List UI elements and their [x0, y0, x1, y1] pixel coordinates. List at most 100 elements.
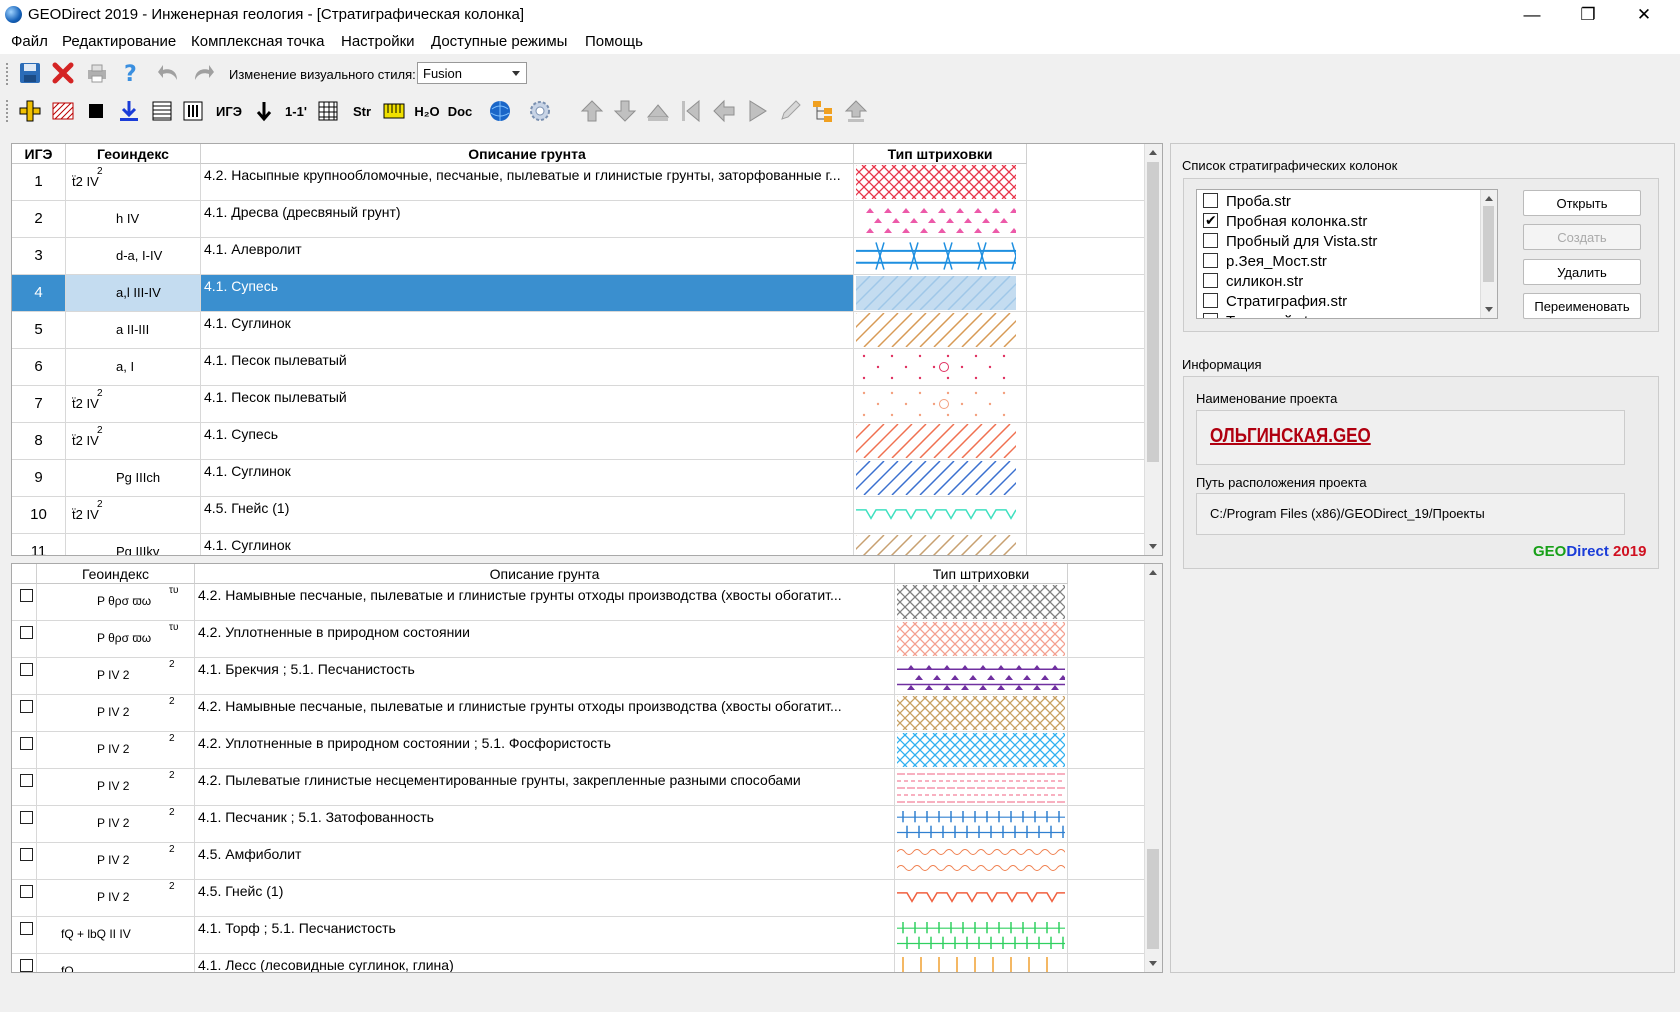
table-row[interactable]: P θρσ ϖω τυ 4.2. Уплотненные в природном с…: [12, 621, 1147, 658]
menu-settings[interactable]: Настройки: [341, 33, 415, 50]
menu-file[interactable]: Файл: [11, 33, 48, 50]
file-checkbox[interactable]: [1203, 193, 1218, 208]
hatch-cell[interactable]: [895, 584, 1068, 620]
add-layer-icon[interactable]: [17, 98, 43, 124]
pencil-icon[interactable]: [777, 98, 803, 124]
scroll-thumb[interactable]: [1147, 849, 1159, 949]
file-list-scrollbar[interactable]: [1480, 190, 1497, 318]
maximize-button[interactable]: ❐: [1560, 0, 1616, 30]
scroll-down-icon[interactable]: [1149, 544, 1157, 549]
save-icon[interactable]: [17, 60, 43, 86]
bottom-table-scrollbar[interactable]: [1144, 564, 1162, 972]
top-table-scrollbar[interactable]: [1144, 144, 1162, 555]
hatch-cell[interactable]: [854, 312, 1027, 348]
table-row[interactable]: fQ 4.1. Лесс (лесовидные суглинок, глина): [12, 954, 1147, 972]
upload-icon[interactable]: [843, 98, 869, 124]
row-checkbox[interactable]: [20, 626, 33, 639]
hatch-cell[interactable]: [854, 238, 1027, 274]
visual-style-select[interactable]: Fusion: [417, 62, 527, 84]
row-checkbox[interactable]: [20, 737, 33, 750]
scroll-up-icon[interactable]: [1149, 570, 1157, 575]
grid-icon[interactable]: [315, 98, 341, 124]
minimize-button[interactable]: —: [1504, 0, 1560, 30]
row-checkbox-cell[interactable]: [12, 658, 37, 694]
str-button[interactable]: Str: [347, 98, 377, 124]
hatch-cell[interactable]: [854, 423, 1027, 459]
back-icon[interactable]: [711, 98, 737, 124]
help-icon[interactable]: ?: [117, 60, 143, 86]
move-top-icon[interactable]: [645, 98, 671, 124]
menu-help[interactable]: Помощь: [585, 33, 643, 50]
table-row[interactable]: 8 ẗ2 IV 2 4.1. Супесь: [12, 423, 1147, 460]
hatch-cell[interactable]: [854, 386, 1027, 422]
undo-icon[interactable]: [156, 60, 182, 86]
row-checkbox[interactable]: [20, 848, 33, 861]
col-header-description[interactable]: Описание грунта: [195, 564, 895, 584]
section-button[interactable]: 1-1': [280, 98, 312, 124]
black-square-icon[interactable]: [83, 98, 109, 124]
download-arrow-icon[interactable]: [116, 98, 142, 124]
down-arrow-icon[interactable]: [251, 98, 277, 124]
col-header-hatch[interactable]: Тип штриховки: [854, 144, 1027, 164]
table-row[interactable]: fQ + lbQ II IV 4.1. Торф ; 5.1. Песчанист…: [12, 917, 1147, 954]
row-checkbox-cell[interactable]: [12, 880, 37, 916]
file-list-item[interactable]: р.Зея_Мост.str: [1203, 252, 1327, 272]
file-checkbox[interactable]: ✔: [1203, 212, 1218, 228]
table-row[interactable]: 9 Pg IIIch 4.1. Суглинок: [12, 460, 1147, 497]
table-row[interactable]: 4 a,l III-IV 4.1. Супесь: [12, 275, 1147, 312]
file-list-item[interactable]: ✔ Пробная колонка.str: [1203, 212, 1367, 232]
scroll-thumb[interactable]: [1147, 162, 1159, 462]
table-row[interactable]: P IV 2 2 4.5. Гнейс (1): [12, 880, 1147, 917]
file-list-item[interactable]: Тестовый.str: [1203, 312, 1313, 318]
scroll-thumb[interactable]: [1483, 206, 1494, 282]
table-row[interactable]: 2 h IV 4.1. Дресва (дресвяный грунт): [12, 201, 1147, 238]
hatch-cell[interactable]: [895, 732, 1068, 768]
table-row[interactable]: 1 ẗ2 IV 2 4.2. Насыпные крупнообломочные, п…: [12, 164, 1147, 201]
h2o-button[interactable]: H₂O: [412, 98, 442, 124]
col-header-ige[interactable]: ИГЭ: [12, 144, 66, 164]
hatch-cell[interactable]: [895, 769, 1068, 805]
menu-modes[interactable]: Доступные режимы: [431, 33, 567, 50]
rename-button[interactable]: Переименовать: [1523, 293, 1641, 319]
col-header-hatch[interactable]: Тип штриховки: [895, 564, 1068, 584]
row-checkbox[interactable]: [20, 589, 33, 602]
doc-button[interactable]: Doc: [445, 98, 475, 124]
row-checkbox[interactable]: [20, 959, 33, 972]
file-checkbox[interactable]: [1203, 293, 1218, 308]
hatch-cell[interactable]: [854, 164, 1027, 200]
hatch-cell[interactable]: [854, 201, 1027, 237]
table-row[interactable]: P IV 2 2 4.5. Амфиболит: [12, 843, 1147, 880]
scroll-down-icon[interactable]: [1149, 961, 1157, 966]
hatch-cell[interactable]: [895, 658, 1068, 694]
table-row[interactable]: 6 a, I 4.1. Песок пылеватый: [12, 349, 1147, 386]
open-button[interactable]: Открыть: [1523, 190, 1641, 216]
row-checkbox-cell[interactable]: [12, 695, 37, 731]
settings-gear-icon[interactable]: [527, 98, 553, 124]
row-checkbox-cell[interactable]: [12, 843, 37, 879]
menu-edit[interactable]: Редактирование: [62, 33, 176, 50]
ige-button[interactable]: ИГЭ: [213, 98, 245, 124]
globe-icon[interactable]: [487, 98, 513, 124]
file-checkbox[interactable]: [1203, 313, 1218, 318]
delete-icon[interactable]: [50, 60, 76, 86]
row-checkbox-cell[interactable]: [12, 769, 37, 805]
file-list-item[interactable]: силикон.str: [1203, 272, 1303, 292]
table-row[interactable]: P θρσ ϖω τυ 4.2. Намывные песчаные, пылева…: [12, 584, 1147, 621]
row-checkbox[interactable]: [20, 885, 33, 898]
play-icon[interactable]: [744, 98, 770, 124]
strat-file-list[interactable]: Тестовый.str Стратиграфия.str силикон.str р…: [1196, 189, 1498, 319]
hatch-cell[interactable]: [895, 880, 1068, 916]
menu-complex-point[interactable]: Комплексная точка: [191, 33, 325, 50]
create-button[interactable]: Создать: [1523, 224, 1641, 250]
table-row[interactable]: 3 d-a, I-IV 4.1. Алевролит: [12, 238, 1147, 275]
hatch-cell[interactable]: [854, 497, 1027, 533]
hatch-cell[interactable]: [854, 460, 1027, 496]
row-checkbox[interactable]: [20, 811, 33, 824]
table-row[interactable]: P IV 2 2 4.2. Уплотненные в природном сост…: [12, 732, 1147, 769]
columns-icon[interactable]: [180, 98, 206, 124]
row-checkbox-cell[interactable]: [12, 806, 37, 842]
row-checkbox-cell[interactable]: [12, 732, 37, 768]
hatch-cell[interactable]: [854, 534, 1027, 555]
row-checkbox-cell[interactable]: [12, 954, 37, 972]
table-row[interactable]: P IV 2 2 4.2. Пылеватые глинистые несцемен…: [12, 769, 1147, 806]
